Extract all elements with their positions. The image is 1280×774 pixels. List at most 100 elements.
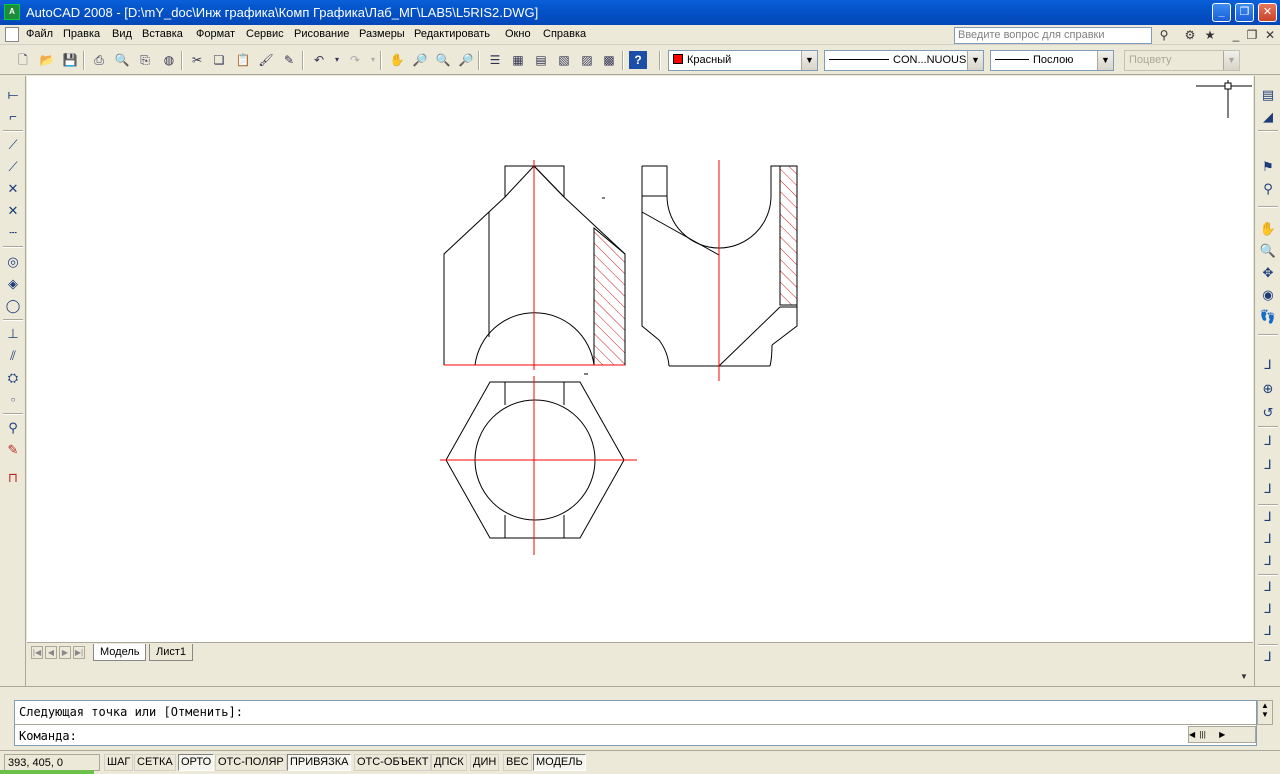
ucs-origin-icon[interactable]: ⅃	[1259, 508, 1277, 526]
pan-realtime-icon[interactable]: ✋	[1259, 220, 1277, 238]
zoom-extent-icon[interactable]: ⚲	[1259, 180, 1277, 198]
search-icon[interactable]: ⚲	[1156, 27, 1172, 43]
otrack-toggle[interactable]: ОТС-ОБЪЕКТ	[354, 754, 432, 771]
top-view[interactable]	[440, 376, 637, 555]
new-file-icon[interactable]: 🗋	[14, 51, 32, 69]
doc-close-button[interactable]: ✕	[1262, 27, 1278, 43]
maximize-button[interactable]: ❐	[1235, 3, 1254, 22]
chevron-down-icon[interactable]: ▼	[1240, 672, 1248, 681]
next-tab-icon[interactable]: ▶	[59, 646, 71, 659]
ellipse-icon[interactable]: ⊥	[4, 325, 22, 343]
minimize-button[interactable]: _	[1212, 3, 1231, 22]
publish-icon[interactable]: ⎘	[136, 51, 154, 69]
ucs-apply-icon[interactable]: ⅃	[1259, 648, 1277, 666]
menu-view[interactable]: Вид	[112, 28, 132, 40]
chevron-down-icon[interactable]: ▼	[1097, 51, 1113, 70]
lineweight-combo[interactable]: Послою ▼	[990, 50, 1114, 71]
design-center-icon[interactable]: ▦	[509, 51, 527, 69]
ucs-object-icon[interactable]: ⅃	[1259, 456, 1277, 474]
block-editor-icon[interactable]: ✎	[280, 51, 298, 69]
command-hscrollbar[interactable]: ◀ ||| ▶	[1188, 726, 1256, 743]
plot-icon[interactable]: ⎙	[90, 51, 108, 69]
document-icon[interactable]	[5, 27, 19, 42]
menu-file[interactable]: Файл	[26, 28, 53, 40]
ucs-icon[interactable]: ⅃	[1259, 356, 1277, 374]
dyn-toggle[interactable]: ДИН	[470, 754, 500, 771]
magnet-snap-icon[interactable]: ⊓	[4, 469, 22, 487]
zoom-window-icon[interactable]: 🔍	[434, 51, 452, 69]
ortho-toggle[interactable]: ОРТО	[178, 754, 215, 771]
color-combo[interactable]: Красный ▼	[668, 50, 818, 71]
line-icon[interactable]: ⟝	[4, 86, 22, 104]
cut-icon[interactable]: ✂	[188, 51, 206, 69]
plot-preview-icon[interactable]: 🔍	[113, 51, 131, 69]
dash-line-icon[interactable]: ┄	[4, 224, 22, 242]
menu-edit[interactable]: Правка	[63, 28, 100, 40]
rectangle-icon[interactable]: ✕	[4, 180, 22, 198]
help-search-input[interactable]: Введите вопрос для справки	[954, 27, 1152, 44]
command-line-splitter[interactable]	[0, 686, 1280, 700]
menu-window[interactable]: Окно	[505, 28, 531, 40]
plotstyle-combo[interactable]: Поцвету ▼	[1124, 50, 1240, 71]
match-properties-icon[interactable]: 🖌	[257, 51, 275, 69]
camera-icon[interactable]: ◉	[1259, 286, 1277, 304]
osnap-toggle[interactable]: ПРИВЯЗКА	[287, 754, 352, 771]
zoom-icon[interactable]: 🔍	[1259, 242, 1277, 260]
ucs-z-icon[interactable]: ⅃	[1259, 622, 1277, 640]
undo-dropdown-icon[interactable]: ▾	[328, 51, 346, 69]
ucs-y-icon[interactable]: ⅃	[1259, 600, 1277, 618]
ucs-view-icon[interactable]: ⅃	[1259, 480, 1277, 498]
first-tab-icon[interactable]: |◀	[31, 646, 43, 659]
front-view[interactable]	[443, 160, 626, 370]
dimension-linear-icon[interactable]: ▤	[1259, 86, 1277, 104]
layer-icon[interactable]: ◢	[1259, 108, 1277, 126]
tab-layout1[interactable]: Лист1	[149, 644, 194, 661]
calculator-icon[interactable]: ▩	[600, 51, 618, 69]
tab-model[interactable]: Модель	[93, 644, 147, 661]
model-space-canvas[interactable]	[27, 76, 1253, 642]
paste-icon[interactable]: 📋	[234, 51, 252, 69]
ucs-face-icon[interactable]: ⅃	[1259, 432, 1277, 450]
redo-icon[interactable]: ↷	[346, 51, 364, 69]
close-button[interactable]: ✕	[1258, 3, 1277, 22]
menu-help[interactable]: Справка	[543, 28, 586, 40]
chevron-down-icon[interactable]: ▼	[967, 51, 983, 70]
polar-tracking-toggle[interactable]: ОТС-ПОЛЯР	[215, 754, 287, 771]
spline-icon[interactable]: ◯	[4, 297, 22, 315]
doc-minimize-button[interactable]: _	[1228, 27, 1244, 43]
horizontal-scroll-region[interactable]	[27, 662, 1253, 684]
undo-icon[interactable]: ↶	[310, 51, 328, 69]
orbit-icon[interactable]: ✥	[1259, 264, 1277, 282]
construction-line-icon[interactable]: ⌐	[4, 108, 22, 126]
menu-format[interactable]: Формат	[196, 28, 235, 40]
ucs-z-axis-icon[interactable]: ⅃	[1259, 530, 1277, 548]
menu-tools[interactable]: Сервис	[246, 28, 284, 40]
walk-icon[interactable]: 👣	[1259, 308, 1277, 326]
region-icon[interactable]: ✎	[4, 441, 22, 459]
doc-restore-button[interactable]: ❐	[1244, 27, 1260, 43]
communication-center-icon[interactable]: ⚙	[1182, 27, 1198, 43]
model-toggle[interactable]: МОДЕЛЬ	[533, 754, 586, 771]
gradient-icon[interactable]: ⚲	[4, 419, 22, 437]
menu-insert[interactable]: Вставка	[142, 28, 183, 40]
grid-toggle[interactable]: СЕТКА	[134, 754, 176, 771]
ucs-x-icon[interactable]: ⅃	[1259, 578, 1277, 596]
last-tab-icon[interactable]: ▶|	[73, 646, 85, 659]
copy-icon[interactable]: ❏	[210, 51, 228, 69]
flag-icon[interactable]: ⚑	[1259, 158, 1277, 176]
insert-block-icon[interactable]: ⛭	[4, 369, 22, 387]
linetype-combo[interactable]: CON...NUOUS ▼	[824, 50, 984, 71]
help-icon[interactable]: ?	[629, 51, 647, 69]
revision-cloud-icon[interactable]: ◈	[4, 275, 22, 293]
tool-palettes-icon[interactable]: ▤	[532, 51, 550, 69]
title-bar[interactable]: A AutoCAD 2008 - [D:\mY_doc\Инж графика\…	[0, 0, 1280, 25]
polyline-icon[interactable]: ⟋	[4, 136, 22, 154]
chevron-down-icon[interactable]: ▼	[801, 51, 817, 70]
point-icon[interactable]: ○	[4, 391, 22, 409]
command-prompt[interactable]: Команда:	[19, 729, 77, 743]
snap-toggle[interactable]: ШАГ	[104, 754, 134, 771]
menu-dimension[interactable]: Размеры	[359, 28, 405, 40]
lineweight-toggle[interactable]: ВЕС	[503, 754, 532, 771]
pan-icon[interactable]: ✋	[388, 51, 406, 69]
menu-modify[interactable]: Редактировать	[414, 28, 490, 40]
